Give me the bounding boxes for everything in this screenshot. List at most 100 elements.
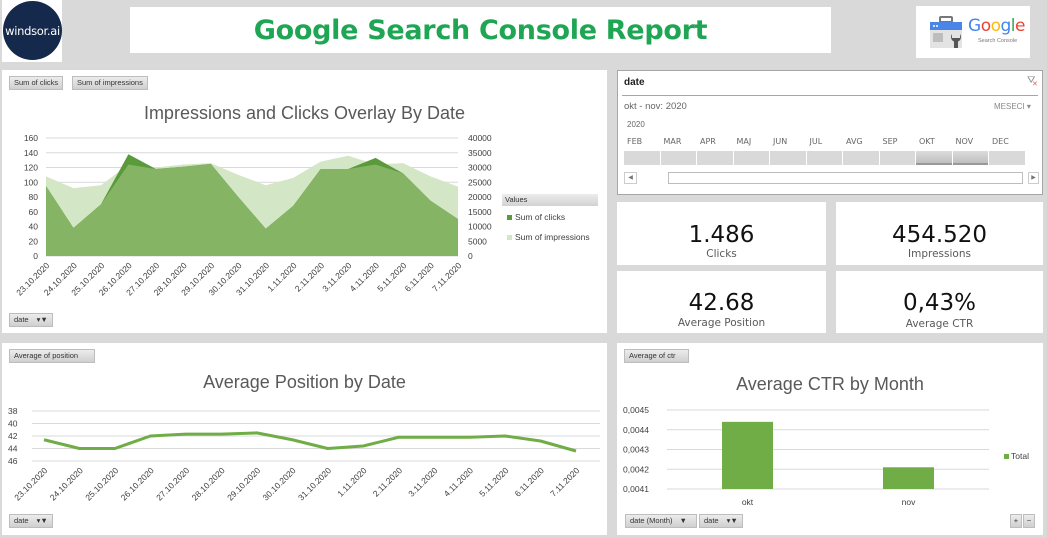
x-tick-label: nov	[902, 497, 916, 507]
y-right-tick-label: 5000	[468, 236, 487, 246]
date-timeline-slicer: date ⛛ ✕ okt - nov: 2020 MESECI ▾ 2020 FE…	[617, 70, 1043, 195]
x-tick-label: 1.11.2020	[335, 465, 369, 499]
timeline-month-cell[interactable]	[916, 151, 952, 165]
timeline-month-label: FEB	[627, 137, 643, 146]
legend-label-clicks: Sum of clicks	[515, 212, 566, 222]
timeline-month-cell[interactable]	[733, 151, 769, 165]
y-right-tick-label: 30000	[468, 163, 492, 173]
impressions-clicks-panel: Sum of clicks Sum of impressions Impress…	[2, 70, 607, 333]
timeline-month-label: APR	[700, 137, 716, 146]
timeline-month-cell[interactable]	[989, 151, 1025, 165]
average-ctr-panel: Average of ctr Average CTR by Month 0,00…	[617, 343, 1043, 535]
y-tick-label: 40	[8, 419, 18, 429]
timeline-year: 2020	[627, 120, 645, 129]
y-left-tick-label: 140	[24, 148, 38, 158]
timeline-scrollbar-thumb[interactable]	[668, 172, 1023, 184]
timeline-month-cell[interactable]	[952, 151, 988, 165]
windsor-logo-text: windsor.ai	[3, 1, 62, 60]
ctr-bar	[883, 467, 934, 489]
date-filter-label: date	[14, 315, 29, 324]
legend-item-impressions: Sum of impressions	[507, 232, 590, 242]
timeline-month-cell[interactable]	[697, 151, 733, 165]
legend-swatch-impressions	[507, 235, 512, 240]
search-console-wordmark: Search Console	[978, 38, 1018, 44]
kpi-impressions-label: Impressions	[908, 248, 971, 260]
date-filter-label: date	[704, 516, 719, 525]
average-position-line-chart: 38 40 42 44 4623.10.202024.10.202025.10.2020…	[8, 406, 600, 502]
x-tick-label: 30.10.2020	[261, 465, 298, 502]
timeline-scroll-right[interactable]: ▶	[1028, 172, 1039, 184]
ctr-legend-label: Total	[1011, 451, 1029, 461]
ctr-bar	[722, 421, 773, 489]
x-tick-label: 31.10.2020	[296, 465, 333, 502]
y-right-tick-label: 10000	[468, 222, 492, 232]
timeline-month-cell[interactable]	[770, 151, 806, 165]
y-left-tick-label: 20	[29, 236, 39, 246]
report-title: Google Search Console Report	[253, 14, 708, 46]
google-search-console-logo: Google Search Console	[916, 6, 1030, 58]
timeline-month-label: JUN	[773, 137, 788, 146]
dropdown-arrow-icon: ▼	[679, 516, 687, 525]
y-tick-label: 0,0042	[623, 464, 649, 474]
timeline-month-cell[interactable]	[624, 151, 660, 165]
kpi-ctr-label: Average CTR	[905, 318, 974, 330]
timeline-level-dropdown[interactable]: MESECI ▾	[994, 102, 1031, 111]
y-right-tick-label: 35000	[468, 148, 492, 158]
timeline-month-cell[interactable]	[660, 151, 696, 165]
kpi-average-position: 42.68 Average Position	[617, 271, 826, 333]
timeline-month-label: NOV	[955, 137, 974, 146]
y-tick-label: 42	[8, 431, 18, 441]
y-right-tick-label: 20000	[468, 192, 492, 202]
kpi-ctr-value: 0,43%	[902, 290, 977, 316]
x-tick-label: 24.10.2020	[48, 465, 85, 502]
search-console-toolbox-icon	[930, 16, 962, 48]
average-position-panel: Average of position Average Position by …	[2, 343, 607, 535]
x-tick-label: 3.11.2020	[406, 465, 440, 499]
date-month-filter-button[interactable]: date (Month) ▼	[625, 514, 697, 528]
timeline-month-label: MAR	[663, 137, 682, 146]
x-tick-label: 5.11.2020	[477, 465, 511, 499]
kpi-clicks-value: 1.486	[688, 222, 755, 248]
x-tick-label: 2.11.2020	[371, 465, 405, 499]
y-tick-label: 46	[8, 456, 18, 466]
timeline-divider	[622, 95, 1038, 96]
y-tick-label: 0,0043	[623, 445, 649, 455]
x-tick-label: 7.11.2020	[430, 260, 464, 294]
filter-funnel-icon: ▾▼	[36, 516, 48, 525]
x-tick-label: 7.11.2020	[548, 465, 582, 499]
y-left-tick-label: 40	[29, 222, 39, 232]
kpi-clicks: 1.486 Clicks	[617, 202, 826, 265]
expand-button[interactable]: +	[1010, 514, 1022, 528]
x-tick-label: 4.11.2020	[442, 465, 476, 499]
y-tick-label: 38	[8, 406, 18, 416]
ctr-legend-swatch	[1004, 454, 1009, 459]
legend-label-impressions: Sum of impressions	[515, 232, 590, 242]
y-tick-label: 0,0045	[623, 405, 649, 415]
y-left-tick-label: 60	[29, 207, 39, 217]
x-tick-label: 28.10.2020	[190, 465, 227, 502]
timeline-month-cell[interactable]	[843, 151, 879, 165]
timeline-month-cell[interactable]	[879, 151, 915, 165]
y-tick-label: 0,0044	[623, 425, 649, 435]
y-left-tick-label: 160	[24, 133, 38, 143]
y-right-tick-label: 40000	[468, 133, 492, 143]
timeline-range-label: okt - nov: 2020	[624, 101, 687, 112]
legend-swatch-clicks	[507, 215, 512, 220]
x-tick-label: 23.10.2020	[12, 465, 49, 502]
date-filter-label: date	[14, 516, 29, 525]
kpi-impressions-value: 454.520	[891, 222, 988, 248]
report-title-box: Google Search Console Report	[130, 7, 831, 53]
clear-filter-icon[interactable]: ⛛ ✕	[1027, 75, 1038, 88]
timeline-month-cell[interactable]	[806, 151, 842, 165]
timeline-scroll-left[interactable]: ◀	[624, 172, 637, 184]
x-tick-label: 26.10.2020	[119, 465, 156, 502]
date-filter-button-ctr[interactable]: date ▾▼	[699, 514, 743, 528]
kpi-clicks-label: Clicks	[706, 248, 737, 260]
timeline-title: date	[624, 77, 645, 88]
x-tick-label: 6.11.2020	[513, 465, 547, 499]
y-right-tick-label: 0	[468, 251, 473, 261]
y-tick-label: 44	[8, 444, 18, 454]
date-filter-button-position[interactable]: date ▾▼	[9, 514, 53, 528]
collapse-button[interactable]: −	[1023, 514, 1035, 528]
date-filter-button[interactable]: date ▾▼	[9, 313, 53, 327]
